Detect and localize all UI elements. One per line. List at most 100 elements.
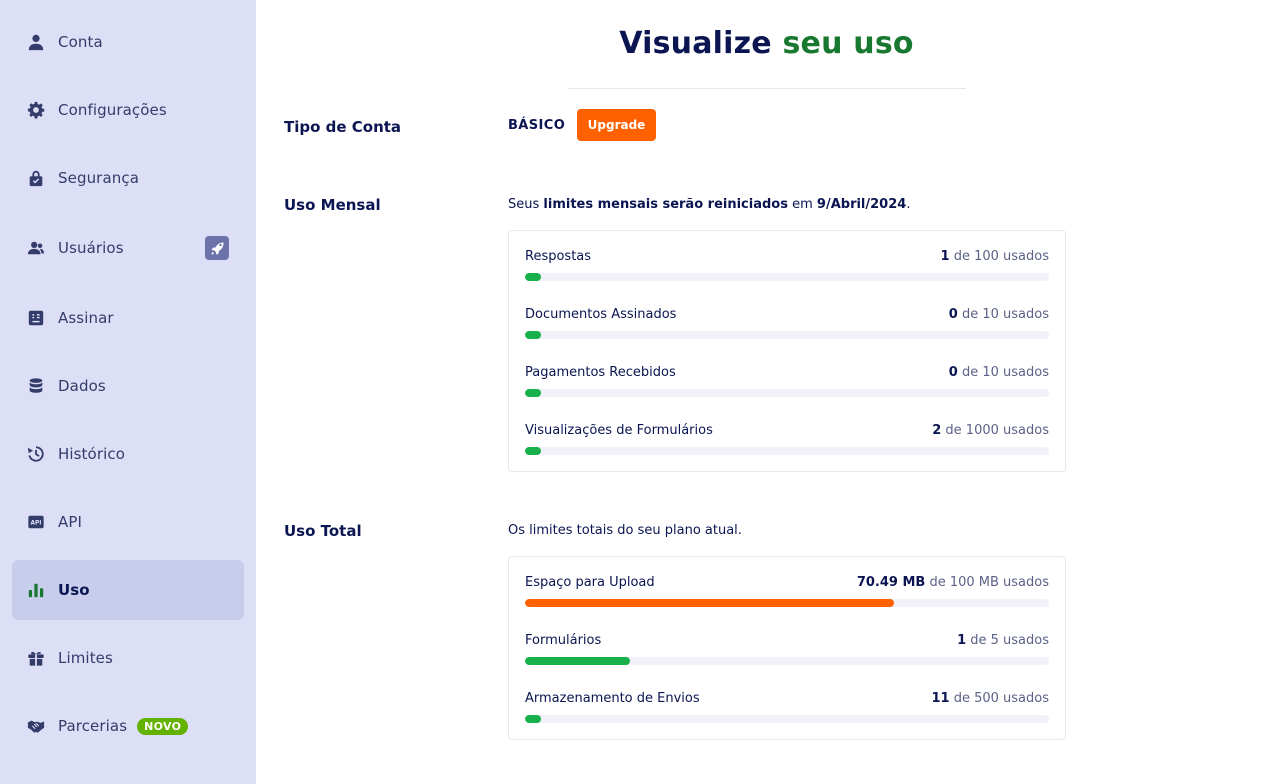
meter-label: Respostas	[525, 249, 592, 264]
progress-fill	[525, 657, 630, 665]
usage-meter-upload: Espaço para Upload 70.49 MB de 100 MB usa…	[525, 575, 1049, 607]
gear-icon	[26, 100, 46, 120]
meter-limit: de 100 usados	[949, 249, 1049, 264]
meter-used: 2	[932, 423, 942, 438]
meter-value: 0 de 10 usados	[949, 365, 1049, 380]
new-badge: NOVO	[137, 717, 189, 735]
usage-meter-armazenamento: Armazenamento de Envios 11 de 500 usados	[525, 691, 1049, 723]
meter-label: Pagamentos Recebidos	[525, 365, 676, 380]
meter-value: 70.49 MB de 100 MB usados	[857, 575, 1049, 590]
sidebar-item-label: Usuários	[58, 239, 124, 257]
sidebar-item-label: Histórico	[58, 445, 125, 463]
progress-fill	[525, 447, 541, 455]
progress-fill	[525, 273, 541, 281]
total-usage-card: Espaço para Upload 70.49 MB de 100 MB usa…	[508, 556, 1066, 740]
sidebar-item-label: Uso	[58, 581, 90, 599]
meter-used: 0	[948, 365, 958, 380]
sidebar-item-label: Limites	[58, 649, 113, 667]
meter-used: 1	[957, 633, 967, 648]
progress-bar	[525, 715, 1049, 723]
main-content: Visualize seu uso Tipo de Conta BÁSICO U…	[256, 0, 1277, 784]
rocket-icon	[211, 242, 223, 255]
usage-meter-respostas: Respostas 1 de 100 usados	[525, 249, 1049, 281]
desc-text: .	[906, 197, 911, 212]
total-usage-description: Os limites totais do seu plano atual.	[508, 523, 742, 538]
progress-fill	[525, 389, 541, 397]
meter-limit: de 10 usados	[957, 307, 1049, 322]
sidebar: Conta Configurações Segurança Usuários A…	[0, 0, 256, 784]
progress-bar	[525, 331, 1049, 339]
progress-fill	[525, 331, 541, 339]
monthly-reset-description: Seus limites mensais serão reiniciados e…	[508, 197, 910, 212]
meter-value: 1 de 5 usados	[957, 633, 1049, 648]
sidebar-item-label: Conta	[58, 33, 103, 51]
sidebar-item-conta[interactable]: Conta	[12, 12, 244, 72]
desc-text: Seus	[508, 197, 544, 212]
svg-text:API: API	[31, 521, 42, 527]
meter-value: 11 de 500 usados	[931, 691, 1049, 706]
progress-fill	[525, 599, 894, 607]
database-icon	[26, 376, 46, 396]
rocket-badge[interactable]	[205, 236, 229, 260]
usage-meter-documentos: Documentos Assinados 0 de 10 usados	[525, 307, 1049, 339]
progress-fill	[525, 715, 541, 723]
meter-used: 11	[931, 691, 950, 706]
page-title: Visualize seu uso	[256, 26, 1277, 61]
monthly-usage-card: Respostas 1 de 100 usados Documentos Assi…	[508, 230, 1066, 472]
meter-used: 70.49 MB	[856, 575, 926, 590]
sidebar-item-label: Dados	[58, 377, 106, 395]
page-title-accent: seu uso	[782, 26, 914, 61]
sidebar-item-dados[interactable]: Dados	[12, 356, 244, 416]
meter-limit: de 10 usados	[957, 365, 1049, 380]
sidebar-item-usuarios[interactable]: Usuários	[12, 218, 244, 278]
sidebar-item-api[interactable]: API API	[12, 492, 244, 552]
user-icon	[26, 32, 46, 52]
sidebar-item-historico[interactable]: Histórico	[12, 424, 244, 484]
sidebar-item-label: Configurações	[58, 101, 167, 119]
meter-label: Armazenamento de Envios	[525, 691, 700, 706]
plan-name: BÁSICO	[508, 118, 566, 133]
bar-chart-icon	[26, 580, 46, 600]
sign-document-icon	[26, 308, 46, 328]
meter-limit: de 5 usados	[966, 633, 1049, 648]
sidebar-item-seguranca[interactable]: Segurança	[12, 148, 244, 208]
meter-limit: de 1000 usados	[941, 423, 1049, 438]
api-icon: API	[26, 512, 46, 532]
users-icon	[26, 238, 46, 258]
meter-value: 0 de 10 usados	[949, 307, 1049, 322]
meter-value: 2 de 1000 usados	[932, 423, 1049, 438]
progress-bar	[525, 599, 1049, 607]
sidebar-item-label: Parcerias	[58, 717, 128, 735]
account-type-label: Tipo de Conta	[284, 118, 402, 136]
title-divider	[568, 88, 966, 89]
progress-bar	[525, 447, 1049, 455]
upgrade-button[interactable]: Upgrade	[577, 109, 656, 141]
handshake-icon	[26, 716, 46, 736]
sidebar-item-uso[interactable]: Uso	[12, 560, 244, 620]
page-title-part1: Visualize	[619, 26, 783, 61]
meter-limit: de 500 usados	[949, 691, 1049, 706]
lock-icon	[26, 168, 46, 188]
reset-date: 9/Abril/2024	[816, 197, 907, 212]
meter-label: Documentos Assinados	[525, 307, 677, 322]
sidebar-item-configuracoes[interactable]: Configurações	[12, 80, 244, 140]
meter-value: 1 de 100 usados	[941, 249, 1049, 264]
progress-bar	[525, 389, 1049, 397]
meter-label: Formulários	[525, 633, 602, 648]
usage-meter-visualizacoes: Visualizações de Formulários 2 de 1000 us…	[525, 423, 1049, 455]
sidebar-item-label: Segurança	[58, 169, 139, 187]
gift-icon	[26, 648, 46, 668]
progress-bar	[525, 657, 1049, 665]
sidebar-item-parcerias[interactable]: Parcerias NOVO	[12, 696, 244, 756]
sidebar-item-label: API	[58, 513, 83, 531]
meter-used: 0	[948, 307, 958, 322]
monthly-usage-label: Uso Mensal	[284, 196, 381, 214]
meter-limit: de 100 MB usados	[925, 575, 1049, 590]
sidebar-item-label: Assinar	[58, 309, 114, 327]
meter-label: Visualizações de Formulários	[525, 423, 713, 438]
history-icon	[26, 444, 46, 464]
meter-label: Espaço para Upload	[525, 575, 655, 590]
sidebar-item-limites[interactable]: Limites	[12, 628, 244, 688]
usage-meter-formularios: Formulários 1 de 5 usados	[525, 633, 1049, 665]
sidebar-item-assinar[interactable]: Assinar	[12, 288, 244, 348]
